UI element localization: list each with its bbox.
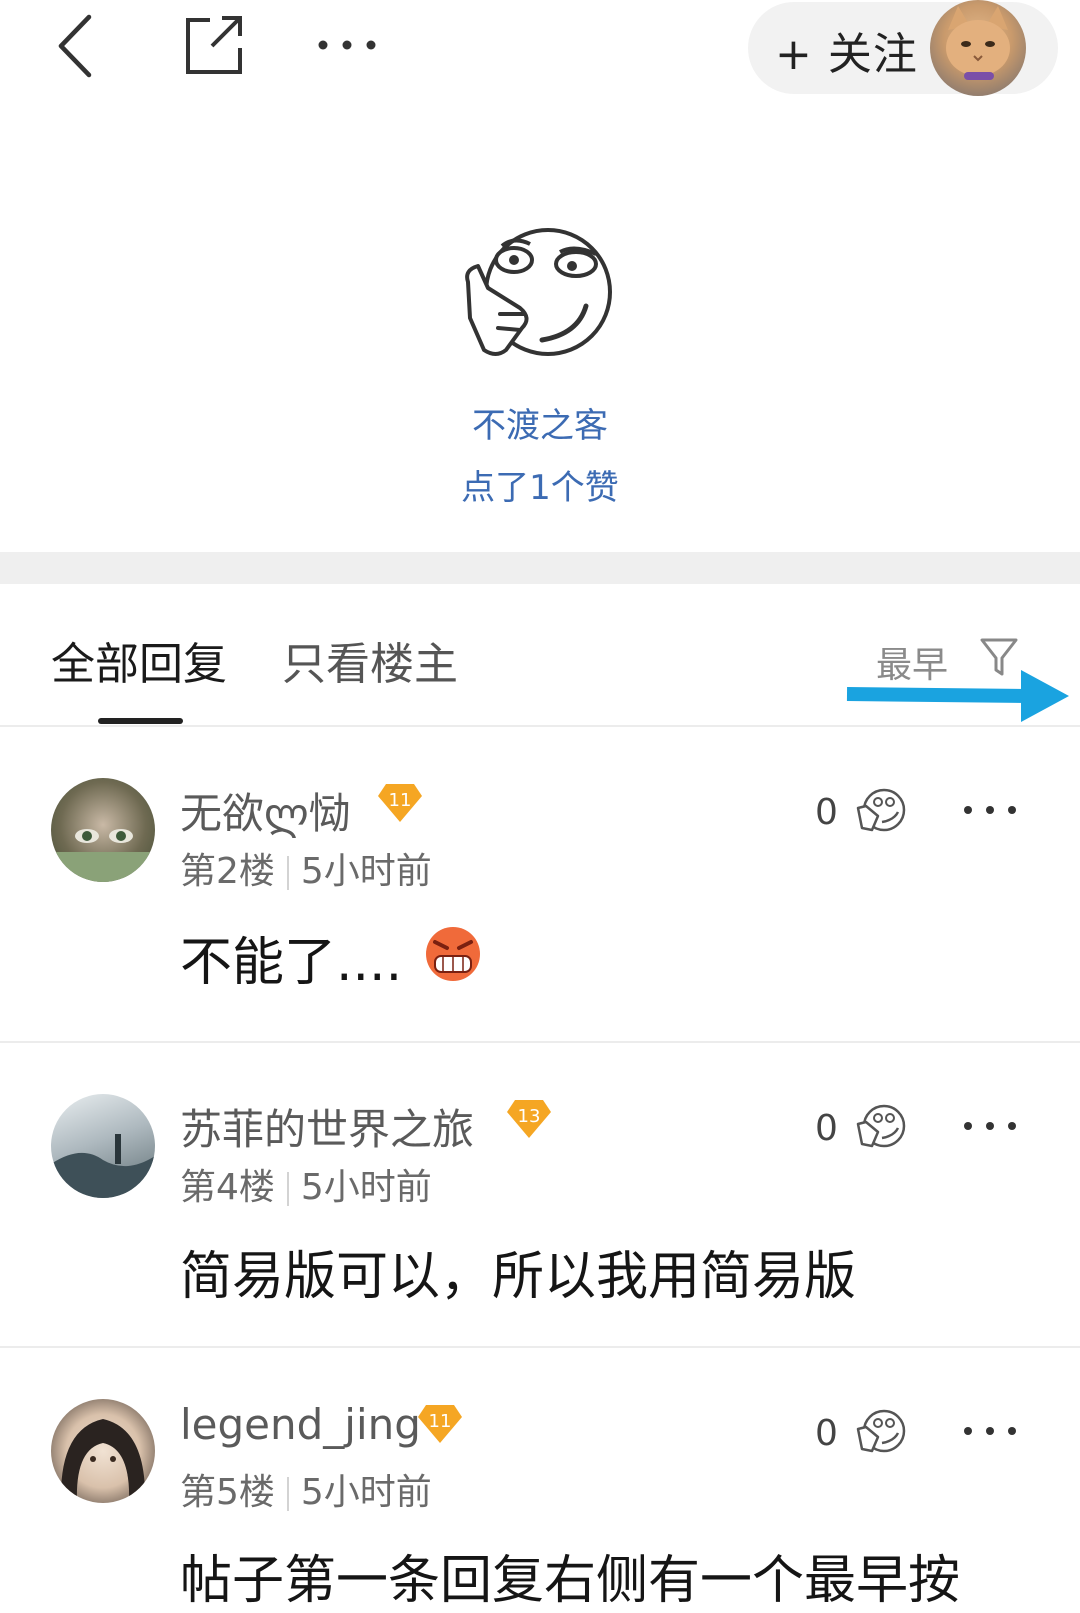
tabs-divider [0,725,1080,727]
more-dots-icon[interactable] [316,30,378,60]
meta-separator [286,856,289,890]
angry-face-emoji [425,927,480,981]
like-count: 0 [815,1108,838,1149]
level-badge-icon: 11 [416,1403,464,1445]
comment-meta: 第5楼 5小时前 [180,1463,432,1515]
svg-text:11: 11 [429,1411,452,1432]
comment-body: 简易版可以，所以我用简易版 [180,1247,857,1307]
meta-separator [286,1477,289,1511]
thinking-thumb-emoji [456,222,616,362]
comment-more-icon[interactable] [962,1116,1018,1136]
comment-username[interactable]: 无欲ლ恸 [180,780,351,841]
annotation-arrow-icon [845,668,1071,724]
like-count: 0 [815,1413,838,1454]
section-divider [0,552,1080,584]
share-external-icon[interactable] [180,12,246,78]
comment-divider [0,1041,1080,1043]
like-count: 0 [815,792,838,833]
follow-button-label[interactable]: + 关注 [775,18,918,82]
like-emoji-icon[interactable] [852,784,908,836]
like-count-link[interactable]: 点了1个赞 [0,460,1080,509]
floor-number: 第2楼 [180,851,275,892]
floor-number: 第5楼 [180,1472,275,1513]
author-avatar[interactable] [930,0,1026,96]
comment-more-icon[interactable] [962,800,1018,820]
comment-body: 不能了.... [180,920,483,995]
comment-avatar[interactable] [51,778,155,882]
active-tab-indicator [98,718,183,724]
comment-username[interactable]: legend_jing [180,1400,421,1449]
like-emoji-icon[interactable] [852,1405,908,1457]
comment-body: 帖子第一条回复右侧有一个最早按 [180,1551,961,1611]
post-time: 5小时前 [300,1167,432,1208]
comment-username[interactable]: 苏菲的世界之旅 [180,1096,474,1157]
liker-name-link[interactable]: 不渡之客 [0,398,1080,447]
comment-avatar[interactable] [51,1399,155,1503]
meta-separator [286,1172,289,1206]
comment-text: 不能了.... [180,933,403,993]
tab-owner-only[interactable]: 只看楼主 [282,628,458,692]
comment-meta: 第4楼 5小时前 [180,1158,432,1210]
svg-text:13: 13 [518,1106,541,1127]
tab-all-replies[interactable]: 全部回复 [51,628,227,692]
like-emoji-icon[interactable] [852,1100,908,1152]
level-badge-icon: 11 [376,782,424,824]
svg-text:11: 11 [389,790,412,811]
post-time: 5小时前 [300,851,432,892]
post-time: 5小时前 [300,1472,432,1513]
comment-divider [0,1346,1080,1348]
comment-more-icon[interactable] [962,1421,1018,1441]
back-arrow-icon[interactable] [40,10,110,82]
comment-meta: 第2楼 5小时前 [180,842,432,894]
level-badge-icon: 13 [505,1098,553,1140]
floor-number: 第4楼 [180,1167,275,1208]
comment-avatar[interactable] [51,1094,155,1198]
